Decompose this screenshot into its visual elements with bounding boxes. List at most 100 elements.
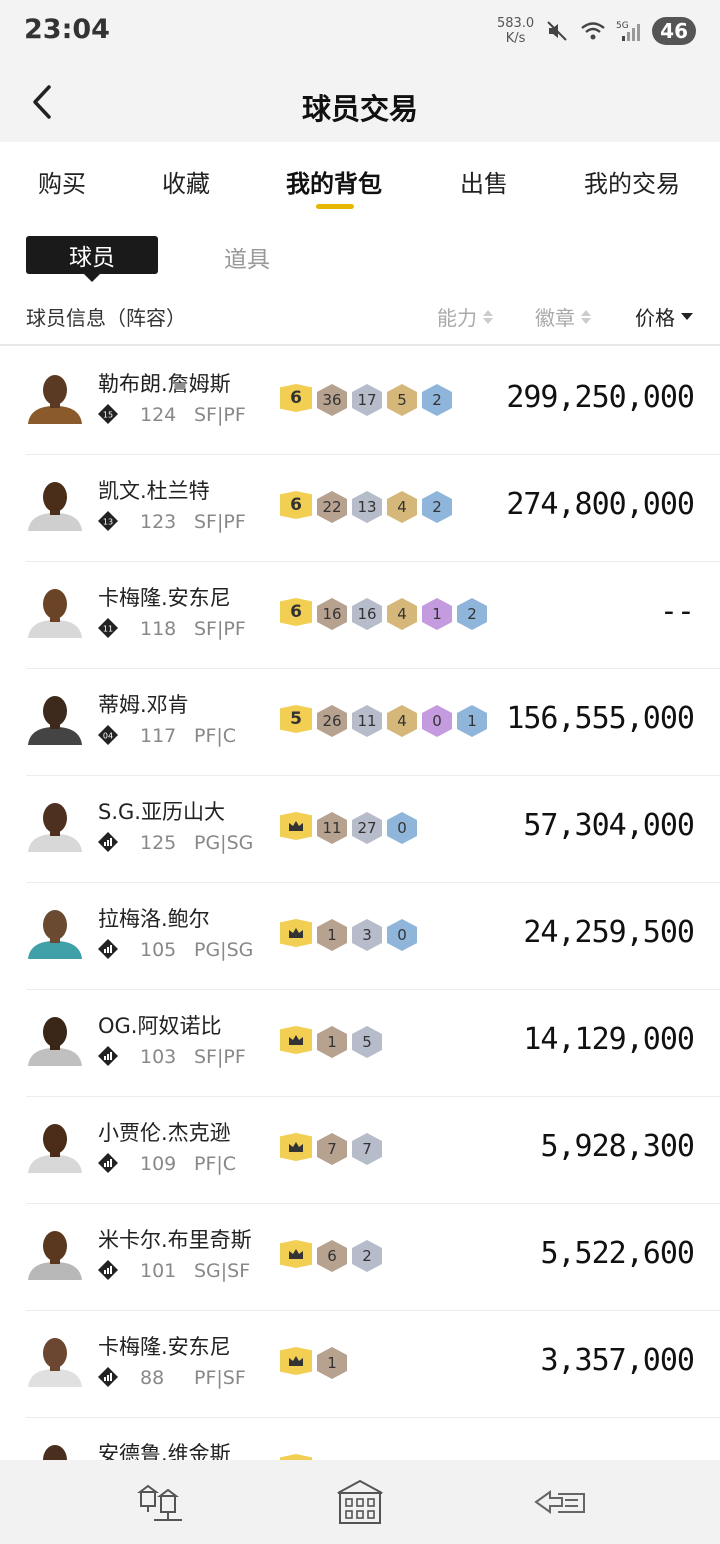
badge-count-blue: 2 (422, 384, 452, 416)
player-price: 299,250,000 (506, 380, 695, 415)
badge-group: 77 (280, 1133, 382, 1165)
building-icon[interactable] (330, 1474, 390, 1530)
player-row[interactable]: OG.阿奴诺比 103 SF|PF 15 14,129,000 (26, 990, 720, 1097)
player-name: 小贾伦.杰克逊 (98, 1121, 231, 1145)
status-time: 23:04 (24, 14, 110, 45)
player-price: 57,304,000 (523, 808, 695, 843)
badge-count-silver: 5 (352, 1026, 382, 1058)
tier-bars-icon (98, 1260, 118, 1280)
player-row[interactable]: S.G.亚历山大 125 PG|SG 11 27 0 57,304,000 (26, 776, 720, 883)
tab-favorites[interactable]: 收藏 (162, 164, 210, 199)
badge-group: 6 22 13 4 2 (280, 491, 452, 523)
player-avatar (26, 798, 84, 852)
badge-count-gold: 4 (387, 705, 417, 737)
arrow-ticket-icon[interactable] (530, 1474, 590, 1530)
crown-icon (280, 1133, 312, 1161)
player-name: 蒂姆.邓肯 (98, 693, 189, 717)
tier-bars-icon (98, 832, 118, 852)
player-avatar (26, 370, 84, 424)
player-overall: 105 (140, 939, 177, 961)
player-overall: 124 (140, 404, 177, 426)
player-position: SF|PF (194, 618, 246, 640)
player-position: PG|SG (194, 832, 254, 854)
player-price: 5,928,300 (540, 1129, 695, 1164)
subtab-players[interactable]: 球员 (26, 236, 158, 282)
player-price: -- (659, 594, 695, 629)
badge-count-bronze: 16 (317, 598, 347, 630)
badge-group: 130 (280, 919, 417, 951)
tier-diamond-icon: 13 (98, 511, 118, 531)
badge-count-gold: 4 (387, 598, 417, 630)
player-price: 3,357,000 (540, 1343, 695, 1378)
player-position: SG|SF (194, 1260, 251, 1282)
tab-sell[interactable]: 出售 (460, 164, 508, 199)
level-badge: 6 (280, 384, 312, 412)
badge-count-silver: 11 (352, 705, 382, 737)
tab-buy[interactable]: 购买 (38, 164, 86, 199)
badge-count-silver: 7 (352, 1133, 382, 1165)
player-name: 拉梅洛.鲍尔 (98, 907, 210, 931)
badge-group: 6 36 17 5 2 (280, 384, 452, 416)
badge-group: 15 (280, 1026, 382, 1058)
crown-icon (280, 812, 312, 840)
player-avatar (26, 1119, 84, 1173)
player-position: SF|PF (194, 1046, 246, 1068)
player-price: 14,129,000 (523, 1022, 695, 1057)
badge-count-purple: 1 (422, 598, 452, 630)
player-row[interactable]: 凯文.杜兰特 13 123 SF|PF 6 22 13 4 2 274,800,000 (26, 455, 720, 562)
badge-count-blue: 2 (422, 491, 452, 523)
badge-count-bronze: 6 (317, 1240, 347, 1272)
tier-diamond-icon: 04 (98, 725, 118, 745)
signal-icon: 5G (616, 18, 642, 44)
active-tab-indicator (316, 204, 354, 209)
net-speed: 583.0 K/s (497, 16, 534, 46)
badge-group: 11 27 0 (280, 812, 417, 844)
sort-ability[interactable]: 能力 (437, 302, 493, 331)
subtab-items[interactable]: 道具 (224, 240, 270, 274)
tier-diamond-icon: 11 (98, 618, 118, 638)
status-icons: 583.0 K/s 5G 46 (497, 16, 696, 46)
badge-count-bronze: 1 (317, 919, 347, 951)
net-speed-unit: K/s (505, 31, 526, 46)
badge-count-silver: 13 (352, 491, 382, 523)
sort-price[interactable]: 价格 (635, 302, 693, 331)
player-row[interactable]: 蒂姆.邓肯 04 117 PF|C 5 26 11 4 0 1 156,555,000 (26, 669, 720, 776)
player-avatar (26, 477, 84, 531)
tier-bars-icon (98, 1046, 118, 1066)
sort-badge-label: 徽章 (535, 306, 575, 330)
tier-bars-icon (98, 939, 118, 959)
player-row[interactable]: 卡梅隆.安东尼 11 118 SF|PF 6 16 16 4 1 2 -- (26, 562, 720, 669)
badge-count-bronze: 36 (317, 384, 347, 416)
player-price: 24,259,500 (523, 915, 695, 950)
badge-count-bronze: 22 (317, 491, 347, 523)
sort-ability-label: 能力 (437, 306, 477, 330)
player-overall: 88 (140, 1367, 165, 1389)
badge-count-gold: 5 (387, 384, 417, 416)
player-overall: 103 (140, 1046, 177, 1068)
lamp-icon[interactable] (128, 1474, 188, 1530)
player-name: 勒布朗.詹姆斯 (98, 372, 231, 396)
badge-group: 62 (280, 1240, 382, 1272)
badge-count-bronze: 11 (317, 812, 347, 844)
status-bar: 23:04 583.0 K/s 5G 46 (0, 0, 720, 66)
player-name: 卡梅隆.安东尼 (98, 586, 231, 610)
level-badge: 6 (280, 598, 312, 626)
player-position: PG|SG (194, 939, 254, 961)
player-row[interactable]: 卡梅隆.安东尼 88 PF|SF 1 3,357,000 (26, 1311, 720, 1418)
sort-price-label: 价格 (635, 306, 675, 330)
player-row[interactable]: 小贾伦.杰克逊 109 PF|C 77 5,928,300 (26, 1097, 720, 1204)
badge-count-silver: 2 (352, 1240, 382, 1272)
player-avatar (26, 905, 84, 959)
tier-bars-icon (98, 1153, 118, 1173)
sort-badge[interactable]: 徽章 (535, 302, 591, 331)
player-row[interactable]: 米卡尔.布里奇斯 101 SG|SF 62 5,522,600 (26, 1204, 720, 1311)
badge-count-bronze: 7 (317, 1133, 347, 1165)
player-name: 米卡尔.布里奇斯 (98, 1228, 252, 1252)
player-row[interactable]: 拉梅洛.鲍尔 105 PG|SG 130 24,259,500 (26, 883, 720, 990)
tab-my-backpack[interactable]: 我的背包 (286, 164, 382, 199)
player-row[interactable]: 勒布朗.詹姆斯 15 124 SF|PF 6 36 17 5 2 299,250,000 (26, 348, 720, 455)
badge-group: 5 26 11 4 0 1 (280, 705, 487, 737)
tier-diamond-icon: 15 (98, 404, 118, 424)
tab-my-trades[interactable]: 我的交易 (584, 164, 680, 199)
badge-count-bronze: 1 (317, 1347, 347, 1379)
